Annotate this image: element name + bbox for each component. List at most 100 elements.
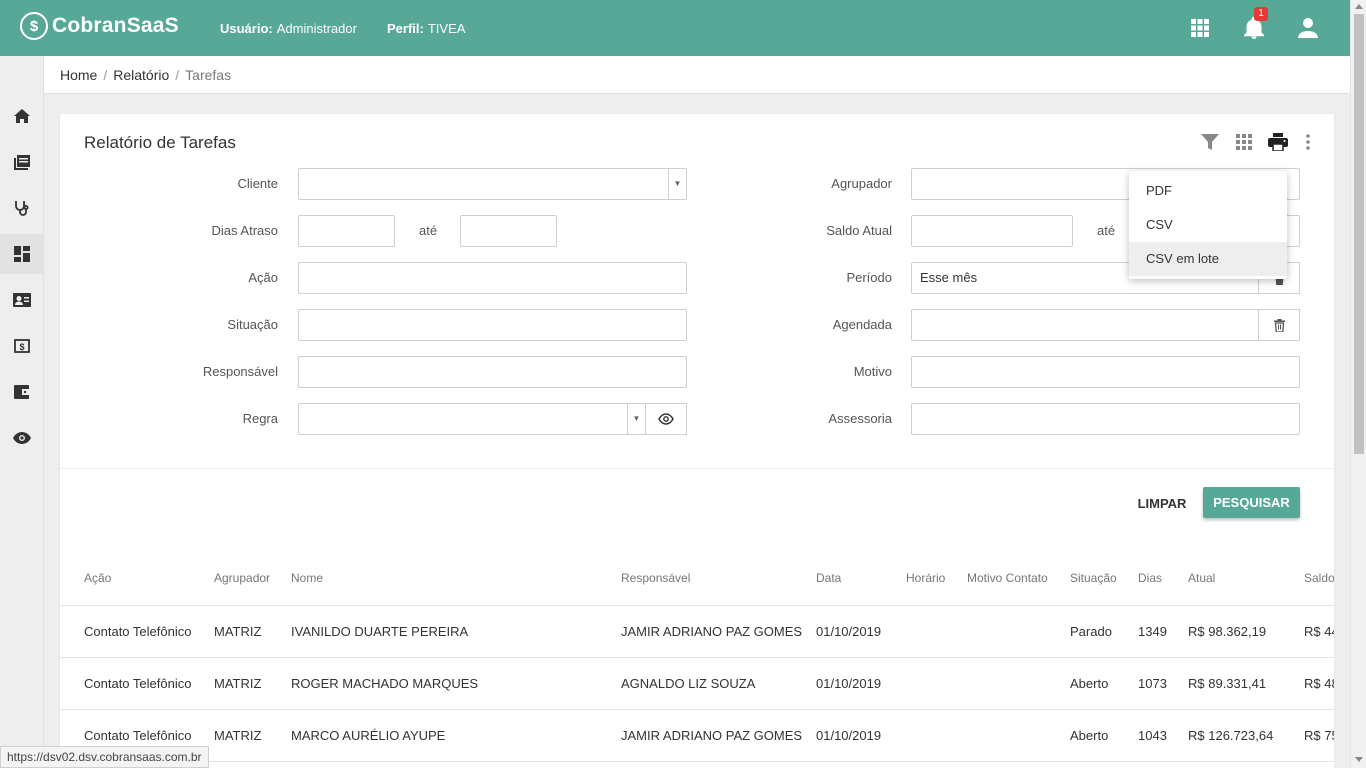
notification-count-badge: 1 xyxy=(1254,7,1268,21)
cell-nome: IVANILDO DUARTE PEREIRA xyxy=(291,624,469,639)
cell-data: 01/10/2019 xyxy=(816,624,882,639)
target-icon xyxy=(658,413,674,425)
grid-icon[interactable] xyxy=(1233,131,1255,153)
breadcrumb-current: Tarefas xyxy=(185,67,232,83)
saldo-atual-ate-label: até xyxy=(1097,223,1116,238)
chevron-down-icon[interactable]: ▼ xyxy=(668,169,686,199)
periodo-label: Período xyxy=(846,270,892,285)
money-icon[interactable]: $ xyxy=(0,326,44,366)
saldo-atual-label: Saldo Atual xyxy=(826,223,892,238)
status-url: https://dsv02.dsv.cobransaas.com.br xyxy=(0,746,209,768)
menu-item-pdf[interactable]: PDF xyxy=(1129,174,1287,208)
stethoscope-icon[interactable] xyxy=(0,188,44,228)
section-divider xyxy=(60,468,1334,469)
regra-view-button[interactable] xyxy=(645,403,687,435)
sidebar: $ xyxy=(0,56,44,768)
eye-icon[interactable] xyxy=(0,418,44,458)
logo-text: CobranSaaS xyxy=(52,14,179,37)
column-header[interactable]: Agrupador xyxy=(214,571,270,585)
clear-button[interactable]: LIMPAR xyxy=(1132,488,1192,518)
print-icon[interactable] xyxy=(1267,131,1289,153)
assessoria-label: Assessoria xyxy=(828,411,892,426)
breadcrumb: Home / Relatório / Tarefas xyxy=(44,56,1350,94)
cell-acao: Contato Telefônico xyxy=(84,728,192,743)
cell-situacao: Aberto xyxy=(1070,728,1109,743)
cell-dias: 1073 xyxy=(1138,676,1167,691)
agrupador-label: Agrupador xyxy=(831,176,892,191)
wallet-icon[interactable] xyxy=(0,372,44,412)
agendada-clear-button[interactable] xyxy=(1258,309,1300,341)
profile-label: Perfil: xyxy=(387,21,424,36)
menu-item-csv[interactable]: CSV xyxy=(1129,208,1287,242)
scroll-down-arrow-icon[interactable] xyxy=(1355,757,1363,762)
breadcrumb-report[interactable]: Relatório xyxy=(113,67,169,83)
column-header[interactable]: Dias xyxy=(1138,571,1162,585)
agendada-input[interactable] xyxy=(911,309,1300,341)
table-row[interactable]: Contato Telefônico MATRIZ IVANILDO DUART… xyxy=(60,606,1334,658)
cell-atual: R$ 126.723,64 xyxy=(1188,728,1274,743)
cell-nome: MARCO AURÉLIO AYUPE xyxy=(291,728,446,743)
dias-atraso-from-input[interactable] xyxy=(298,215,395,247)
profile-info: Perfil: TIVEA xyxy=(387,21,465,36)
cell-responsavel: JAMIR ADRIANO PAZ GOMES xyxy=(621,624,803,639)
column-header[interactable]: Ação xyxy=(84,571,111,585)
assessoria-input[interactable] xyxy=(911,403,1300,435)
contact-card-icon[interactable] xyxy=(0,280,44,320)
saldo-atual-from-input[interactable] xyxy=(911,215,1073,247)
export-menu: PDF CSV CSV em lote xyxy=(1129,171,1287,279)
column-header[interactable]: Data xyxy=(816,571,841,585)
cell-agrupador: MATRIZ xyxy=(214,676,262,691)
more-vert-icon[interactable] xyxy=(1297,131,1319,153)
cell-responsavel: AGNALDO LIZ SOUZA xyxy=(621,676,756,691)
trash-icon xyxy=(1273,318,1285,332)
acao-input[interactable] xyxy=(298,262,687,294)
breadcrumb-home[interactable]: Home xyxy=(60,67,97,83)
cell-saldo: R$ 48 xyxy=(1304,676,1334,691)
dias-atraso-to-input[interactable] xyxy=(460,215,557,247)
situacao-label: Situação xyxy=(227,317,278,332)
scroll-up-arrow-icon[interactable] xyxy=(1355,4,1363,9)
cell-nome: ROGER MACHADO MARQUES xyxy=(291,676,479,691)
vertical-scrollbar[interactable] xyxy=(1350,0,1366,768)
situacao-input[interactable] xyxy=(298,309,687,341)
user-account-icon[interactable] xyxy=(1296,16,1320,40)
cell-saldo: R$ 75 xyxy=(1304,728,1334,743)
book-icon[interactable] xyxy=(0,142,44,182)
dashboard-icon[interactable] xyxy=(0,234,44,274)
column-header[interactable]: Saldo xyxy=(1304,571,1334,585)
responsavel-label: Responsável xyxy=(202,364,278,379)
column-header[interactable]: Atual xyxy=(1188,571,1215,585)
column-header[interactable]: Motivo Contato xyxy=(967,571,1048,585)
apps-grid-icon[interactable] xyxy=(1188,16,1212,40)
chevron-down-icon[interactable]: ▼ xyxy=(627,404,645,434)
motivo-input[interactable] xyxy=(911,356,1300,388)
top-bar: $ CobranSaaS Usuário: Administrador Perfi… xyxy=(0,0,1350,56)
column-header[interactable]: Nome xyxy=(291,571,323,585)
table-row[interactable]: Contato Telefônico MATRIZ MARCO AURÉLIO … xyxy=(60,710,1334,762)
notifications-bell-icon[interactable]: 1 xyxy=(1242,7,1268,40)
cell-atual: R$ 98.362,19 xyxy=(1188,624,1267,639)
column-header[interactable]: Responsável xyxy=(621,571,690,585)
search-button[interactable]: PESQUISAR xyxy=(1203,487,1300,518)
table-row[interactable]: Contato Telefônico MATRIZ ROGER MACHADO … xyxy=(60,658,1334,710)
dias-atraso-label: Dias Atraso xyxy=(211,223,278,238)
filter-icon[interactable] xyxy=(1199,131,1221,153)
app-logo[interactable]: $ CobranSaaS xyxy=(20,12,179,40)
profile-value: TIVEA xyxy=(427,21,466,36)
column-header[interactable]: Horário xyxy=(906,571,945,585)
cell-dias: 1349 xyxy=(1138,624,1167,639)
home-icon[interactable] xyxy=(0,96,44,136)
cell-agrupador: MATRIZ xyxy=(214,624,262,639)
regra-label: Regra xyxy=(242,411,278,426)
responsavel-input[interactable] xyxy=(298,356,687,388)
user-label: Usuário: xyxy=(220,21,273,36)
cliente-label: Cliente xyxy=(237,176,278,191)
cell-data: 01/10/2019 xyxy=(816,728,882,743)
scrollbar-thumb[interactable] xyxy=(1354,14,1364,454)
regra-select[interactable]: ▼ xyxy=(298,403,687,435)
cell-atual: R$ 89.331,41 xyxy=(1188,676,1267,691)
menu-item-csv-batch[interactable]: CSV em lote xyxy=(1129,242,1287,276)
column-header[interactable]: Situação xyxy=(1070,571,1117,585)
cliente-select[interactable]: ▼ xyxy=(298,168,687,200)
cell-situacao: Aberto xyxy=(1070,676,1109,691)
